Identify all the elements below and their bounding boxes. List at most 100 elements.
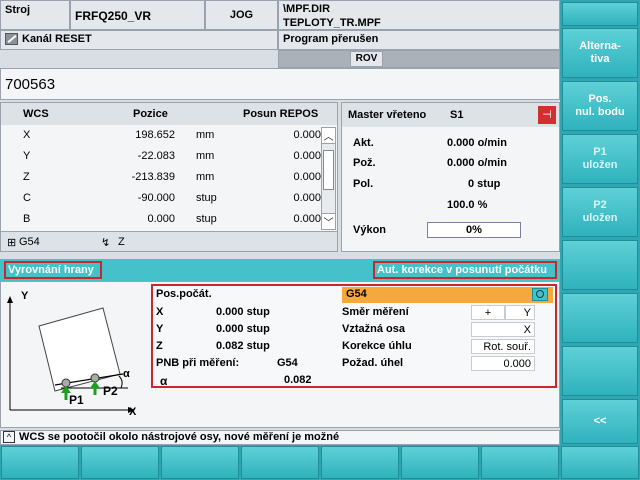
col-wcs: WCS <box>23 108 49 120</box>
alpha-label: α <box>160 374 168 388</box>
softkey-back[interactable]: << <box>562 399 638 444</box>
hsoftkey-6[interactable] <box>401 446 479 479</box>
measure-mode-title: Vyrovnání hrany <box>8 264 94 276</box>
spindle-set-label: Pož. <box>353 157 376 169</box>
softkey-zero-point[interactable]: Pos. nul. bodu <box>562 81 638 131</box>
hsoftkey-2[interactable] <box>81 446 159 479</box>
hsoftkey-8[interactable] <box>561 446 639 479</box>
result-z-label: Z <box>156 340 163 352</box>
rov-indicator: ROV <box>350 51 383 67</box>
axis-unit: mm <box>196 171 215 183</box>
tool-axis: Z <box>118 236 125 248</box>
spindle-stop-icon: ⊣ <box>538 106 556 124</box>
hsoftkey-3[interactable] <box>161 446 239 479</box>
scroll-thumb[interactable] <box>323 150 334 190</box>
spindle-pos-label: Pol. <box>353 178 374 190</box>
path-line-1: \MPF.DIR <box>283 3 331 15</box>
axis-repos: 0.000 <box>293 213 321 225</box>
softkey-empty-7[interactable] <box>562 346 638 396</box>
spindle-act-value: 0.000 o/min <box>447 137 507 149</box>
softkey-alternative[interactable]: Alterna- tiva <box>562 28 638 78</box>
reference-axis-field[interactable]: X <box>471 322 535 337</box>
softkey-empty-top[interactable] <box>562 2 638 26</box>
tool-icon: ↯ <box>101 237 111 249</box>
axis-footer: ⊞ G54 ↯ Z <box>1 231 337 251</box>
axis-position: 198.652 <box>135 129 175 141</box>
scroll-up-icon[interactable]: ︿ <box>322 128 335 144</box>
direction-label: Směr měření <box>342 306 409 318</box>
axis-position-panel: WCS Pozice Posun REPOS X 198.652 mm 0.00… <box>0 102 338 252</box>
axis-row: X 198.652 mm 0.000 <box>1 126 321 146</box>
spindle-power-label: Výkon <box>353 224 387 236</box>
result-x-value: 0.000 stup <box>216 306 270 318</box>
axis-name: Y <box>23 150 31 162</box>
axis-table-header: WCS Pozice Posun REPOS <box>1 103 337 125</box>
channel-status-bar: Kanál RESET <box>0 30 278 50</box>
status-line: ^ WCS se pootočil okolo nástrojové osy, … <box>0 430 560 445</box>
pnb-value: G54 <box>277 357 298 369</box>
softkey-p2-stored[interactable]: P2 uložen <box>562 187 638 237</box>
axis-row: Z -213.839 mm 0.000 <box>1 168 321 188</box>
target-angle-field[interactable]: 0.000 <box>471 356 535 371</box>
target-angle-label: Požad. úhel <box>342 357 404 369</box>
scroll-down-icon[interactable]: ﹀ <box>322 213 335 229</box>
zero-offset-label: Pos.počát. <box>156 288 212 300</box>
axis-row: Y -22.083 mm 0.000 <box>1 147 321 167</box>
frame-selector[interactable]: G54 <box>342 287 553 303</box>
col-repos: Posun REPOS <box>243 108 319 120</box>
frame-icon: ⊞ <box>7 237 17 249</box>
measure-results-box: Pos.počát. G54 X 0.000 stup Y 0.000 stup… <box>151 284 557 388</box>
axis-repos: 0.000 <box>293 150 321 162</box>
spindle-pos-value: 0 stup <box>468 178 501 190</box>
result-y-label: Y <box>156 323 164 335</box>
angle-correction-field[interactable]: Rot. souř. <box>471 339 535 354</box>
axis-row: C -90.000 stup 0.000 <box>1 189 321 209</box>
reference-axis-label: Vztažná osa <box>342 323 405 335</box>
axis-scrollbar[interactable]: ︿ ﹀ <box>321 127 336 230</box>
spindle-act-label: Akt. <box>353 137 374 149</box>
axis-name: B <box>23 213 31 225</box>
softkey-p1-stored[interactable]: P1 uložen <box>562 134 638 184</box>
hsoftkey-5[interactable] <box>321 446 399 479</box>
alarm-line: 700563 <box>0 68 560 100</box>
axis-position: 0.000 <box>147 213 175 225</box>
program-name: FRFQ250_VR <box>70 0 205 30</box>
axis-repos: 0.000 <box>293 192 321 204</box>
softkey-empty-6[interactable] <box>562 293 638 343</box>
hsoftkey-1[interactable] <box>1 446 79 479</box>
spindle-override: 100.0 % <box>447 199 488 211</box>
diagram-x-label: X <box>129 406 137 418</box>
spindle-set-value: 0.000 o/min <box>447 157 507 169</box>
active-frame: G54 <box>19 236 40 248</box>
axis-position: -213.839 <box>131 171 175 183</box>
auto-correction-title: Aut. korekce v posunutí počátku <box>377 264 547 276</box>
angle-correction-label: Korekce úhlu <box>342 340 412 352</box>
status-message: WCS se pootočil okolo nástrojové osy, no… <box>19 431 340 443</box>
axis-position: -22.083 <box>137 150 175 162</box>
softkey-empty-5[interactable] <box>562 240 638 290</box>
alarm-number: 700563 <box>5 76 56 93</box>
axis-unit: stup <box>196 192 217 204</box>
axis-position: -90.000 <box>137 192 175 204</box>
program-info-bar <box>278 50 560 68</box>
reset-icon <box>5 33 18 46</box>
axis-name: C <box>23 192 31 204</box>
toggle-icon[interactable] <box>532 288 548 301</box>
axis-unit: mm <box>196 129 215 141</box>
spindle-title: Master vřeteno <box>348 109 427 121</box>
hsoftkey-4[interactable] <box>241 446 319 479</box>
result-y-value: 0.000 stup <box>216 323 270 335</box>
result-z-value: 0.082 stup <box>216 340 270 352</box>
frame-selector-value: G54 <box>346 288 367 300</box>
direction-sign-field[interactable]: + <box>471 305 505 320</box>
alpha-value: 0.082 <box>284 374 312 386</box>
axis-repos: 0.000 <box>293 171 321 183</box>
program-path: \MPF.DIR TEPLOTY_TR.MPF <box>278 0 560 30</box>
col-position: Pozice <box>133 108 168 120</box>
axis-unit: mm <box>196 150 215 162</box>
hsoftkey-7[interactable] <box>481 446 559 479</box>
spindle-header: Master vřeteno S1 ⊣ <box>342 103 559 127</box>
mode-indicator: JOG <box>205 0 278 30</box>
measure-panel: Y X α P1 P2 Pos.počát. G54 X 0.000 stup … <box>0 281 560 428</box>
direction-axis-field[interactable]: Y <box>505 305 535 320</box>
